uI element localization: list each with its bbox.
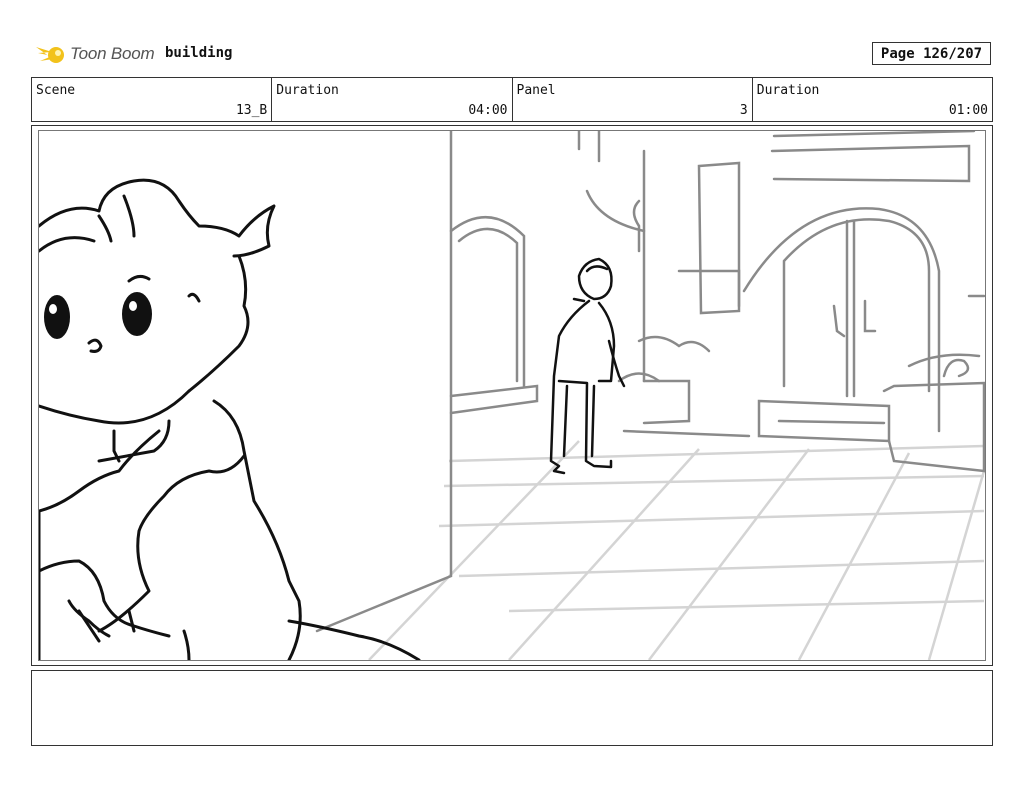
foreground-character (39, 178, 421, 660)
background-character (549, 257, 626, 475)
scene-duration-value: 04:00 (468, 103, 508, 118)
info-bar: Scene 13_B Duration 04:00 Panel 3 Durati… (31, 77, 993, 122)
notes-box (31, 670, 993, 746)
panel-label: Panel (516, 83, 556, 98)
panel-duration-value: 01:00 (948, 103, 988, 118)
comet-icon (36, 47, 64, 63)
project-name: building (165, 45, 233, 61)
panel-cell: Panel 3 (513, 78, 753, 121)
panel-value: 3 (739, 103, 748, 118)
scene-duration-cell: Duration 04:00 (272, 78, 513, 121)
panel-frame (31, 125, 993, 666)
scene-value: 13_B (235, 103, 268, 118)
logo-text: Toon Boom (70, 44, 155, 63)
panel-duration-label: Duration (756, 83, 820, 98)
storyboard-sketch (39, 131, 985, 660)
toon-boom-logo: Toon Boom (34, 38, 155, 70)
character-eyes (44, 292, 152, 339)
scene-label: Scene (36, 83, 76, 98)
page-number: Page 126/207 (872, 42, 991, 65)
scene-cell: Scene 13_B (32, 78, 273, 121)
background-building (315, 131, 985, 633)
panel-duration-cell: Duration 01:00 (753, 78, 992, 121)
panel-image (38, 130, 986, 661)
scene-duration-label: Duration (276, 83, 339, 98)
floor-grid (368, 440, 985, 660)
